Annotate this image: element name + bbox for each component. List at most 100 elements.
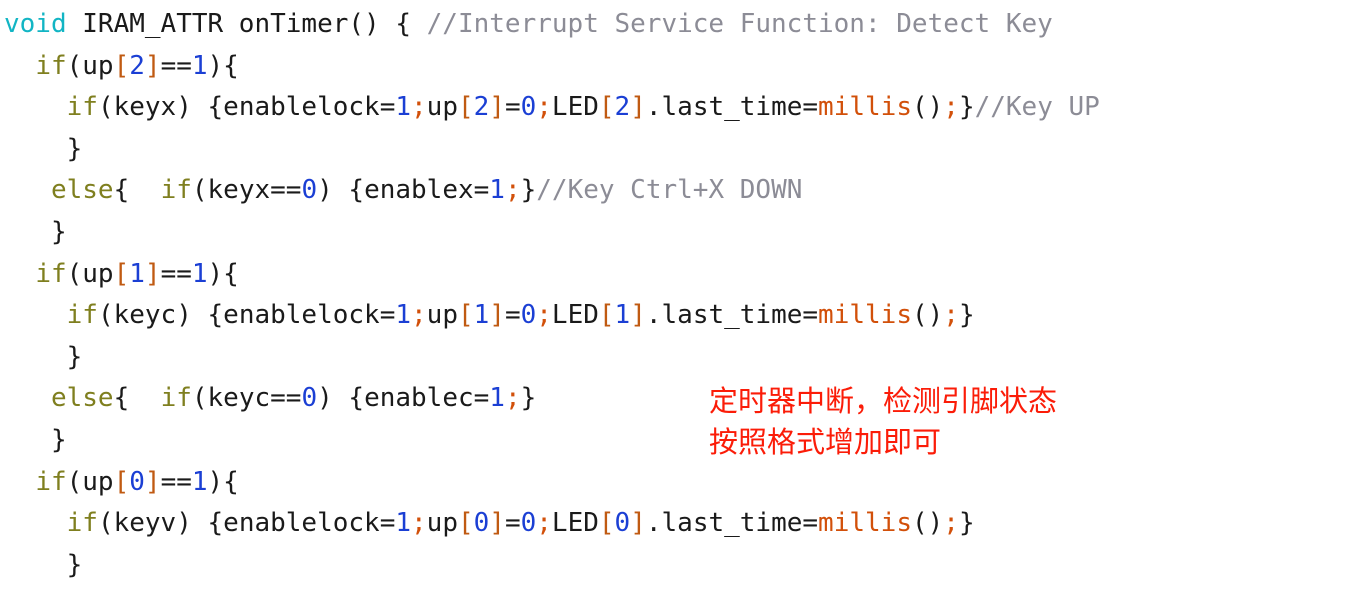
code-token-brk: [ xyxy=(113,258,130,289)
code-token-brk: [ xyxy=(113,466,130,497)
code-token-plain: .last_time= xyxy=(645,300,819,331)
code-token-brk: [ xyxy=(113,50,130,81)
code-token-plain: LED xyxy=(551,508,599,539)
code-token-semi: ; xyxy=(411,300,427,331)
code-token-kw: else xyxy=(50,175,114,206)
code-token-plain: (keyx) {enablelock= xyxy=(97,92,396,123)
code-token-brk: [ xyxy=(598,92,615,123)
code-token-op: = xyxy=(504,300,521,331)
code-token-comment: //Key Ctrl+X DOWN xyxy=(536,175,803,206)
code-token-plain: ){ xyxy=(207,50,239,81)
code-token-num: 0 xyxy=(473,508,490,539)
code-token-kw: if xyxy=(66,92,98,123)
code-token-num: 1 xyxy=(129,258,145,289)
code-token-brk: ] xyxy=(489,92,505,123)
code-line[interactable]: if(up[1]==1){ xyxy=(0,254,1367,296)
code-token-brk: [ xyxy=(598,508,615,539)
code-token-num: 0 xyxy=(520,300,537,331)
code-token-plain: () xyxy=(911,508,944,539)
code-token-plain: ){ xyxy=(207,466,239,497)
code-token-op: = xyxy=(504,92,521,123)
code-token-brk: ] xyxy=(630,508,646,539)
code-token-num: 0 xyxy=(301,175,318,206)
code-token-comment: //Key UP xyxy=(974,92,1100,123)
code-token-num: 0 xyxy=(520,92,537,123)
code-token-brk: [ xyxy=(457,92,474,123)
code-token-op: == xyxy=(160,466,192,497)
annotation-line: 按照格式增加即可 xyxy=(709,425,942,459)
code-token-plain: } xyxy=(520,383,537,414)
code-token-op: == xyxy=(160,50,192,81)
code-token-brk: ] xyxy=(144,466,161,497)
code-token-num: 0 xyxy=(520,508,537,539)
code-token-kw: if xyxy=(35,50,67,81)
code-token-brk: [ xyxy=(457,508,474,539)
code-token-kw: if xyxy=(160,175,192,206)
code-token-num: 0 xyxy=(301,383,318,414)
code-line[interactable]: } xyxy=(0,337,1367,379)
code-line[interactable]: if(keyv) {enablelock=1;up[0]=0;LED[0].la… xyxy=(0,503,1367,545)
code-token-plain: { xyxy=(113,383,161,414)
code-token-brk: ] xyxy=(489,508,505,539)
code-token-kw: if xyxy=(35,466,67,497)
code-token-plain: (keyc== xyxy=(191,383,302,414)
code-token-semi: ; xyxy=(943,300,959,331)
code-token-num: 1 xyxy=(395,508,412,539)
code-token-semi: ; xyxy=(504,383,521,414)
code-token-kw: if xyxy=(35,258,67,289)
code-token-semi: ; xyxy=(411,92,427,123)
code-token-semi: ; xyxy=(411,508,427,539)
code-line[interactable]: } xyxy=(0,420,1367,462)
code-token-op: == xyxy=(160,258,192,289)
code-line[interactable]: void IRAM_ATTR onTimer() { //Interrupt S… xyxy=(0,4,1367,46)
code-line[interactable]: else{ if(keyc==0) {enablec=1;} xyxy=(0,378,1367,420)
code-line[interactable]: } xyxy=(0,545,1367,587)
code-line[interactable]: } xyxy=(0,129,1367,171)
code-token-plain: ) {enablex= xyxy=(317,175,490,206)
code-token-plain: } xyxy=(50,424,67,455)
code-editor[interactable]: void IRAM_ATTR onTimer() { //Interrupt S… xyxy=(0,0,1367,589)
code-token-brk: ] xyxy=(630,300,646,331)
code-token-type: void xyxy=(4,9,67,39)
code-token-num: 1 xyxy=(614,300,631,331)
code-token-num: 1 xyxy=(191,50,208,81)
code-line[interactable]: if(up[2]==1){ xyxy=(0,46,1367,88)
code-line[interactable]: if(keyx) {enablelock=1;up[2]=0;LED[2].la… xyxy=(0,87,1367,129)
code-token-plain: } xyxy=(958,508,975,539)
code-token-plain: LED xyxy=(551,92,599,123)
code-line[interactable]: } xyxy=(0,212,1367,254)
code-token-plain: .last_time= xyxy=(645,508,819,539)
code-token-num: 0 xyxy=(614,508,631,539)
code-line[interactable]: if(keyc) {enablelock=1;up[1]=0;LED[1].la… xyxy=(0,295,1367,337)
code-token-plain: } xyxy=(958,92,975,123)
code-token-plain: { xyxy=(113,175,161,206)
code-token-brk: ] xyxy=(489,300,505,331)
code-token-fn: millis xyxy=(818,508,912,539)
code-token-plain: up xyxy=(426,300,458,331)
code-token-semi: ; xyxy=(504,175,521,206)
code-token-fn: millis xyxy=(818,300,912,331)
code-line[interactable]: else{ if(keyx==0) {enablex=1;}//Key Ctrl… xyxy=(0,170,1367,212)
code-token-comment: //Interrupt Service Function: Detect Key xyxy=(426,9,1053,39)
code-line[interactable]: if(up[0]==1){ xyxy=(0,462,1367,504)
code-token-num: 1 xyxy=(395,92,412,123)
code-token-plain: } xyxy=(958,300,975,331)
code-token-semi: ; xyxy=(536,300,552,331)
code-token-plain: IRAM_ATTR onTimer() { xyxy=(66,9,427,39)
red-chinese-annotation: 定时器中断，检测引脚状态 按照格式增加即可 xyxy=(709,381,1057,463)
code-token-num: 1 xyxy=(473,300,490,331)
code-token-plain: (keyx== xyxy=(191,175,302,206)
code-token-brk: [ xyxy=(457,300,474,331)
code-token-fn: millis xyxy=(818,92,912,123)
code-token-num: 2 xyxy=(473,92,490,123)
code-token-brk: [ xyxy=(598,300,615,331)
code-token-plain: } xyxy=(520,175,537,206)
